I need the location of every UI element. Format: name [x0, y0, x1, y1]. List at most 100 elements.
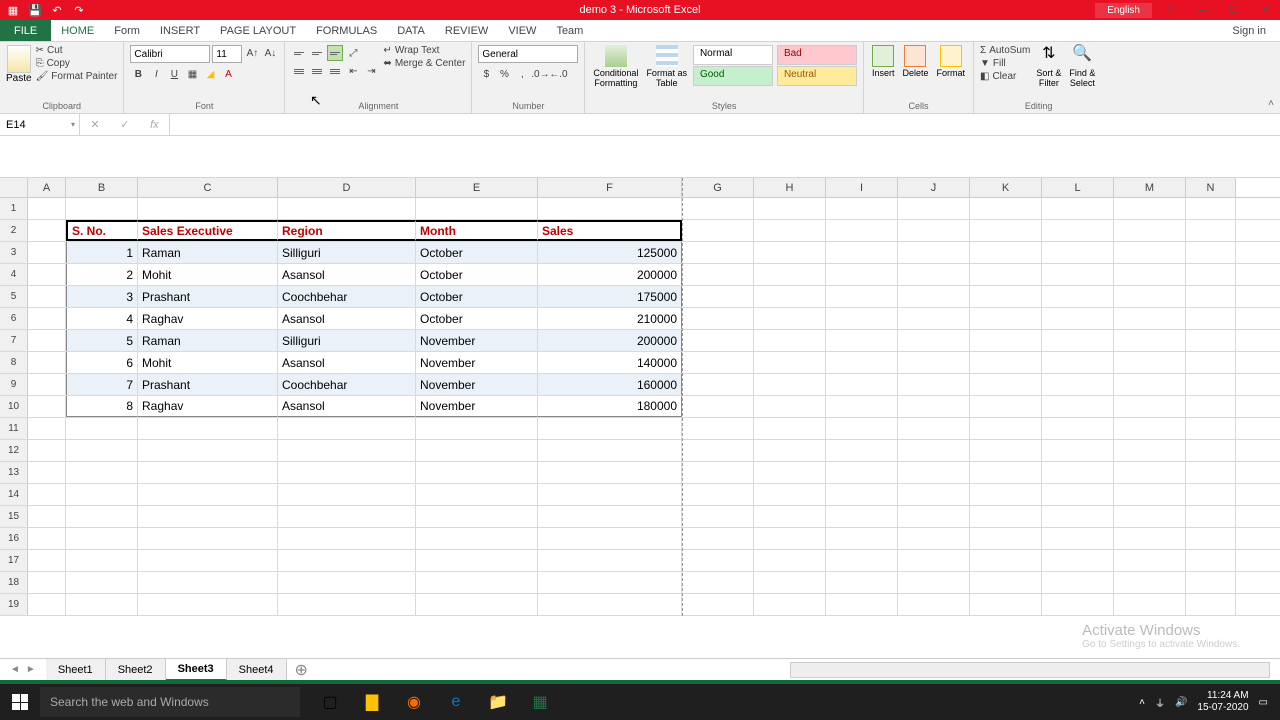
bold-button[interactable]: B	[130, 66, 146, 82]
tab-review[interactable]: REVIEW	[435, 20, 498, 41]
cell-F13[interactable]	[538, 462, 682, 483]
cell-H16[interactable]	[754, 528, 826, 549]
cell-N19[interactable]	[1186, 594, 1236, 615]
row-header-2[interactable]: 2	[0, 220, 28, 241]
cell-L8[interactable]	[1042, 352, 1114, 373]
font-color-button[interactable]: A	[220, 66, 236, 82]
cell-L9[interactable]	[1042, 374, 1114, 395]
cell-J3[interactable]	[898, 242, 970, 263]
enter-formula-icon[interactable]: ✓	[120, 118, 129, 131]
cell-D6[interactable]: Asansol	[278, 308, 416, 329]
cell-K8[interactable]	[970, 352, 1042, 373]
cell-N4[interactable]	[1186, 264, 1236, 285]
cell-G6[interactable]	[682, 308, 754, 329]
cell-E10[interactable]: November	[416, 396, 538, 417]
cell-C13[interactable]	[138, 462, 278, 483]
cell-M15[interactable]	[1114, 506, 1186, 527]
percent-button[interactable]: %	[496, 66, 512, 82]
cell-B1[interactable]	[66, 198, 138, 219]
cell-L3[interactable]	[1042, 242, 1114, 263]
cell-C12[interactable]	[138, 440, 278, 461]
cell-H12[interactable]	[754, 440, 826, 461]
cell-E13[interactable]	[416, 462, 538, 483]
border-button[interactable]: ▦	[184, 66, 200, 82]
font-size-select[interactable]	[212, 45, 242, 63]
cell-I19[interactable]	[826, 594, 898, 615]
cell-G11[interactable]	[682, 418, 754, 439]
wrap-text-button[interactable]: ↵Wrap Text	[383, 45, 465, 56]
cell-B19[interactable]	[66, 594, 138, 615]
cell-F11[interactable]	[538, 418, 682, 439]
cell-M12[interactable]	[1114, 440, 1186, 461]
cell-E18[interactable]	[416, 572, 538, 593]
cell-E16[interactable]	[416, 528, 538, 549]
cell-G10[interactable]	[682, 396, 754, 417]
cell-D2[interactable]: Region	[278, 220, 416, 241]
align-left-button[interactable]	[291, 63, 307, 79]
style-bad[interactable]: Bad	[777, 45, 857, 65]
cell-B13[interactable]	[66, 462, 138, 483]
cell-B2[interactable]: S. No.	[66, 220, 138, 241]
row-header-5[interactable]: 5	[0, 286, 28, 307]
cell-C15[interactable]	[138, 506, 278, 527]
cell-H18[interactable]	[754, 572, 826, 593]
cell-M1[interactable]	[1114, 198, 1186, 219]
cell-B9[interactable]: 7	[66, 374, 138, 395]
style-normal[interactable]: Normal	[693, 45, 773, 65]
tab-data[interactable]: DATA	[387, 20, 435, 41]
network-icon[interactable]: ⏚	[1155, 695, 1165, 710]
cell-N11[interactable]	[1186, 418, 1236, 439]
cell-L7[interactable]	[1042, 330, 1114, 351]
cell-H13[interactable]	[754, 462, 826, 483]
cell-I7[interactable]	[826, 330, 898, 351]
select-all-corner[interactable]	[0, 178, 28, 197]
cell-G5[interactable]	[682, 286, 754, 307]
sheet-nav-first-icon[interactable]: ◄	[10, 664, 20, 675]
cell-D7[interactable]: Silliguri	[278, 330, 416, 351]
cell-M3[interactable]	[1114, 242, 1186, 263]
sheet-tab-sheet1[interactable]: Sheet1	[46, 659, 106, 681]
cell-K15[interactable]	[970, 506, 1042, 527]
cell-A12[interactable]	[28, 440, 66, 461]
row-header-16[interactable]: 16	[0, 528, 28, 549]
cell-H6[interactable]	[754, 308, 826, 329]
cell-N3[interactable]	[1186, 242, 1236, 263]
cell-G2[interactable]	[682, 220, 754, 241]
cell-M16[interactable]	[1114, 528, 1186, 549]
cell-G3[interactable]	[682, 242, 754, 263]
cell-D15[interactable]	[278, 506, 416, 527]
accounting-button[interactable]: $	[478, 66, 494, 82]
cell-E19[interactable]	[416, 594, 538, 615]
cell-H19[interactable]	[754, 594, 826, 615]
tab-pagelayout[interactable]: PAGE LAYOUT	[210, 20, 306, 41]
cell-H4[interactable]	[754, 264, 826, 285]
cell-A3[interactable]	[28, 242, 66, 263]
cell-K10[interactable]	[970, 396, 1042, 417]
row-header-17[interactable]: 17	[0, 550, 28, 571]
increase-decimal-button[interactable]: .0→	[532, 66, 548, 82]
cell-N17[interactable]	[1186, 550, 1236, 571]
cell-A8[interactable]	[28, 352, 66, 373]
cell-C14[interactable]	[138, 484, 278, 505]
cell-K6[interactable]	[970, 308, 1042, 329]
cell-E9[interactable]: November	[416, 374, 538, 395]
cell-G16[interactable]	[682, 528, 754, 549]
cell-J14[interactable]	[898, 484, 970, 505]
cell-N2[interactable]	[1186, 220, 1236, 241]
cell-H10[interactable]	[754, 396, 826, 417]
cell-A15[interactable]	[28, 506, 66, 527]
cell-J8[interactable]	[898, 352, 970, 373]
row-header-19[interactable]: 19	[0, 594, 28, 615]
cell-F2[interactable]: Sales	[538, 220, 682, 241]
cell-J5[interactable]	[898, 286, 970, 307]
cell-L5[interactable]	[1042, 286, 1114, 307]
cell-L12[interactable]	[1042, 440, 1114, 461]
cell-K18[interactable]	[970, 572, 1042, 593]
cell-F16[interactable]	[538, 528, 682, 549]
cell-L13[interactable]	[1042, 462, 1114, 483]
cancel-formula-icon[interactable]: ✕	[90, 118, 99, 131]
cell-N5[interactable]	[1186, 286, 1236, 307]
col-header-C[interactable]: C	[138, 178, 278, 197]
cell-I5[interactable]	[826, 286, 898, 307]
cell-N14[interactable]	[1186, 484, 1236, 505]
